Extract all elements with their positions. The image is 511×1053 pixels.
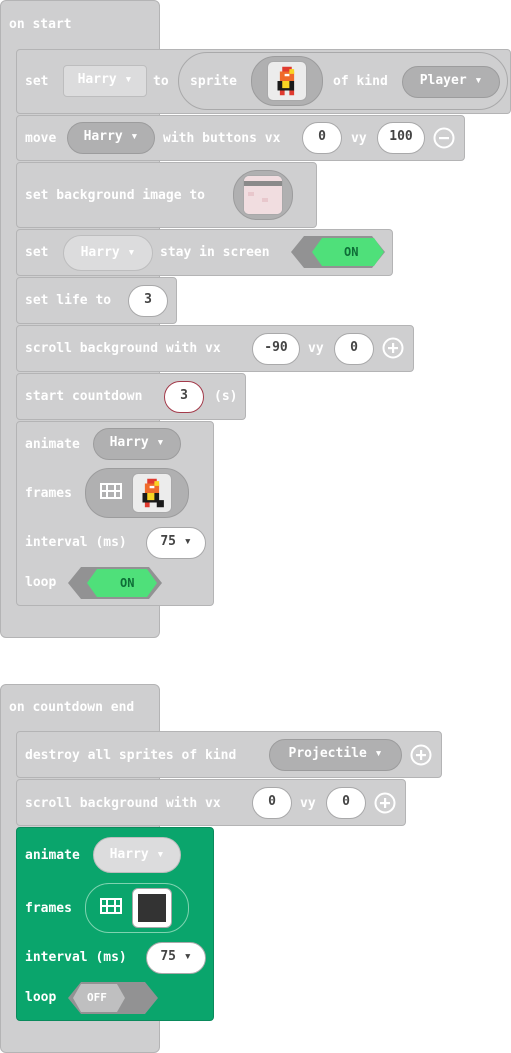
move-variable-dropdown[interactable]: Harry ▾ (67, 122, 155, 154)
end-interval-dropdown[interactable]: 75 ▾ (146, 942, 206, 974)
end-scroll-vy-input[interactable]: 0 (326, 787, 366, 819)
end-animation-frames-image[interactable] (132, 888, 172, 928)
bird-sprite-icon (277, 66, 295, 96)
film-icon (100, 483, 122, 499)
stay-variable-dropdown[interactable]: Harry ▾ (63, 235, 153, 271)
interval-label: interval (ms) (25, 535, 127, 550)
variable-dropdown[interactable]: Harry ▾ (63, 65, 147, 97)
end-interval-label: interval (ms) (25, 950, 127, 965)
destroy-plus-circle-icon[interactable] (410, 744, 432, 766)
scroll-vy-label: vy (308, 341, 324, 356)
countdown-input[interactable]: 3 (164, 381, 204, 413)
end-film-icon (100, 898, 122, 914)
bird-frame-icon (142, 478, 164, 508)
scroll-vx-input[interactable]: -90 (252, 333, 300, 365)
minus-circle-icon[interactable] (433, 127, 455, 149)
countdown-unit: (s) (214, 389, 238, 404)
on-start-label: on start (9, 17, 72, 32)
harry-sprite-image[interactable] (267, 61, 307, 101)
vx-input[interactable]: 0 (302, 122, 342, 154)
of-kind-label: of kind (333, 74, 388, 89)
plus-circle-icon[interactable] (382, 337, 404, 359)
life-label: set life to (25, 293, 112, 308)
move-label: move (25, 131, 57, 146)
frames-label: frames (25, 486, 72, 501)
vy-label: vy (351, 131, 367, 146)
destroy-kind-dropdown[interactable]: Projectile ▾ (269, 739, 402, 771)
on-countdown-end-label: on countdown end (9, 700, 135, 715)
end-loop-label: loop (25, 990, 57, 1005)
animate-label: animate (25, 437, 80, 452)
to-label: to (153, 74, 169, 89)
kind-dropdown[interactable]: Player ▾ (402, 66, 500, 98)
loop-toggle[interactable] (67, 566, 163, 600)
loop-label: loop (25, 575, 57, 590)
scroll-label: scroll background with vx (25, 341, 221, 356)
loop-toggle-label: ON (120, 576, 135, 590)
end-scroll-plus-circle-icon[interactable] (374, 792, 396, 814)
life-input[interactable]: 3 (128, 285, 168, 317)
end-scroll-vx-input[interactable]: 0 (252, 787, 292, 819)
set-label: set (25, 74, 49, 89)
destroy-label: destroy all sprites of kind (25, 748, 237, 763)
interval-dropdown[interactable]: 75 ▾ (146, 527, 206, 559)
background-image[interactable] (243, 175, 283, 215)
stay-set-label: set (25, 245, 49, 260)
end-animate-label: animate (25, 848, 80, 863)
stay-toggle-label: ON (344, 245, 359, 259)
background-label: set background image to (25, 188, 206, 203)
end-scroll-vy-label: vy (300, 796, 316, 811)
end-animate-variable-dropdown[interactable]: Harry ▾ (93, 837, 181, 873)
end-loop-toggle[interactable] (67, 981, 159, 1015)
sprite-label: sprite (190, 74, 237, 89)
end-scroll-label: scroll background with vx (25, 796, 221, 811)
scroll-vy-input[interactable]: 0 (334, 333, 374, 365)
animation-frames-image[interactable] (132, 473, 172, 513)
countdown-label: start countdown (25, 389, 143, 404)
with-buttons-label: with buttons vx (163, 131, 281, 146)
empty-frame (138, 894, 166, 922)
stay-in-screen-label: stay in screen (160, 245, 270, 260)
vy-input[interactable]: 100 (377, 122, 425, 154)
animate-variable-dropdown[interactable]: Harry ▾ (93, 428, 181, 460)
end-frames-label: frames (25, 901, 72, 916)
end-loop-toggle-label: OFF (87, 991, 107, 1004)
stay-toggle[interactable] (290, 235, 386, 269)
background-thumbnail-icon (244, 176, 282, 214)
